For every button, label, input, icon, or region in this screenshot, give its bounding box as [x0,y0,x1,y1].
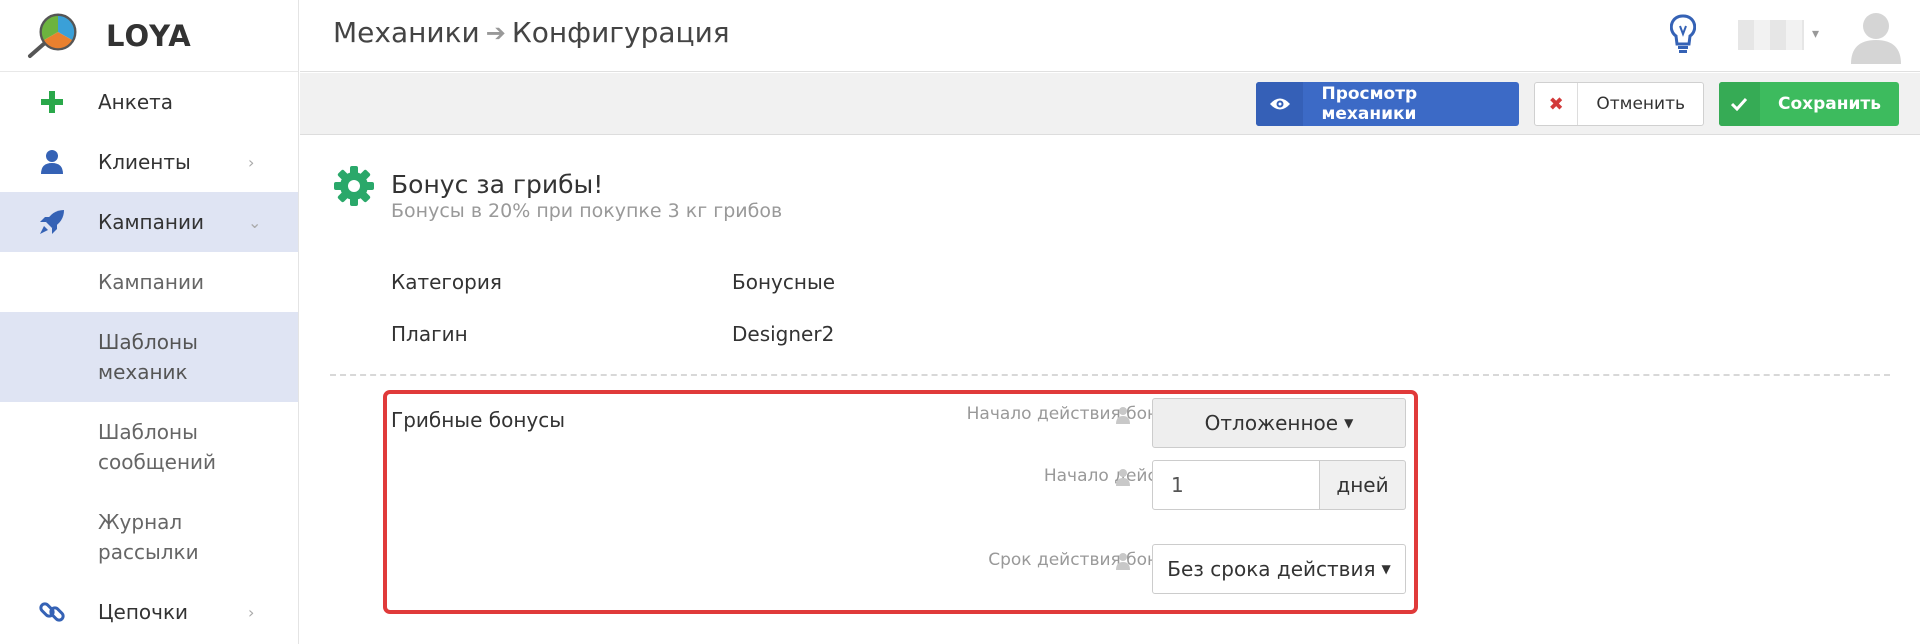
brand[interactable]: LOYA [0,0,298,72]
user-icon [1116,407,1130,424]
lightbulb-icon[interactable] [1670,14,1696,54]
breadcrumb-mechanics[interactable]: Механики [333,16,480,49]
category-label: Категория [391,270,502,294]
save-button[interactable]: Сохранить [1719,82,1899,126]
sidebar-item-label: Кампании [98,210,204,234]
sidebar-item-chains[interactable]: Цепочки › [0,582,298,642]
save-label: Сохранить [1777,94,1881,114]
action-toolbar: Просмотр механики ✖ Отменить Сохранить [300,73,1920,135]
sidebar-subitem-campaigns[interactable]: Кампании [0,252,298,312]
rocket-icon [38,208,66,236]
sidebar-subitem-label: Шаблоны механик [98,330,198,384]
caret-down-icon: ▼ [1381,562,1391,576]
sidebar-item-label: Цепочки [98,600,189,624]
user-icon [1116,553,1130,570]
top-bar: Механики ➔ Конфигурация ▾ [300,0,1920,72]
arrow-right-icon: ➔ [485,18,506,47]
user-name-blurred[interactable] [1738,20,1804,50]
view-mechanic-label: Просмотр механики [1321,84,1418,124]
caret-down-icon: ▼ [1344,416,1354,430]
mechanic-subtitle: Бонусы в 20% при покупке 3 кг грибов [391,200,783,222]
breadcrumb: Механики ➔ Конфигурация [333,16,730,49]
plugin-label: Плагин [391,322,468,346]
brand-name: LOYA [106,18,192,53]
loya-logo-icon [28,13,77,58]
sidebar-subitem-mechanic-templates[interactable]: Шаблоны механик [0,312,298,402]
sidebar-subitem-message-templates[interactable]: Шаблоны сообщений [0,402,298,492]
caret-down-icon[interactable]: ▾ [1812,26,1819,42]
plus-icon [38,88,66,116]
bonus-start-value: Отложенное [1204,411,1339,435]
sidebar-subitem-label: Шаблоны сообщений [98,420,217,474]
category-value: Бонусные [732,270,836,294]
term-value: Без срока действия [1167,557,1376,581]
start-days-group: дней [1152,460,1406,510]
sidebar-subitem-mailing-log[interactable]: Журнал рассылки [0,492,298,582]
divider [330,374,1890,376]
bonus-start-dropdown[interactable]: Отложенное ▼ [1152,398,1406,448]
check-icon [1719,82,1760,126]
mechanic-title: Бонус за грибы! [391,170,604,199]
sidebar-nav: Анкета Клиенты › Кампании ⌄ Кампании Шаб… [0,72,298,642]
view-mechanic-button[interactable]: Просмотр механики [1256,82,1519,126]
sidebar-item-campaigns[interactable]: Кампании ⌄ [0,192,298,252]
cancel-label: Отменить [1596,94,1685,114]
close-icon: ✖ [1535,83,1579,125]
plugin-value: Designer2 [732,322,835,346]
avatar[interactable] [1848,8,1904,64]
chevron-right-icon: › [248,602,255,622]
cancel-button[interactable]: ✖ Отменить [1534,82,1704,126]
gear-icon [334,166,374,206]
sidebar-item-label: Клиенты [98,150,191,174]
days-unit: дней [1320,460,1406,510]
sidebar-item-label: Анкета [98,90,174,114]
term-dropdown[interactable]: Без срока действия ▼ [1152,544,1406,594]
sidebar-subitem-label: Журнал рассылки [98,510,199,564]
chevron-right-icon: › [248,152,255,172]
group-title: Грибные бонусы [391,408,566,432]
chevron-down-icon: ⌄ [248,212,262,232]
user-icon [1116,469,1130,486]
sidebar-item-anketa[interactable]: Анкета [0,72,298,132]
breadcrumb-configuration: Конфигурация [511,16,730,49]
sidebar: LOYA Анкета Клиенты › Кампании ⌄ Кампани… [0,0,299,644]
sidebar-item-clients[interactable]: Клиенты › [0,132,298,192]
main-content: Бонус за грибы! Бонусы в 20% при покупке… [300,136,1920,644]
chain-link-icon [38,598,66,626]
eye-icon [1256,82,1304,126]
start-days-input[interactable] [1152,460,1320,510]
user-icon [38,148,66,176]
